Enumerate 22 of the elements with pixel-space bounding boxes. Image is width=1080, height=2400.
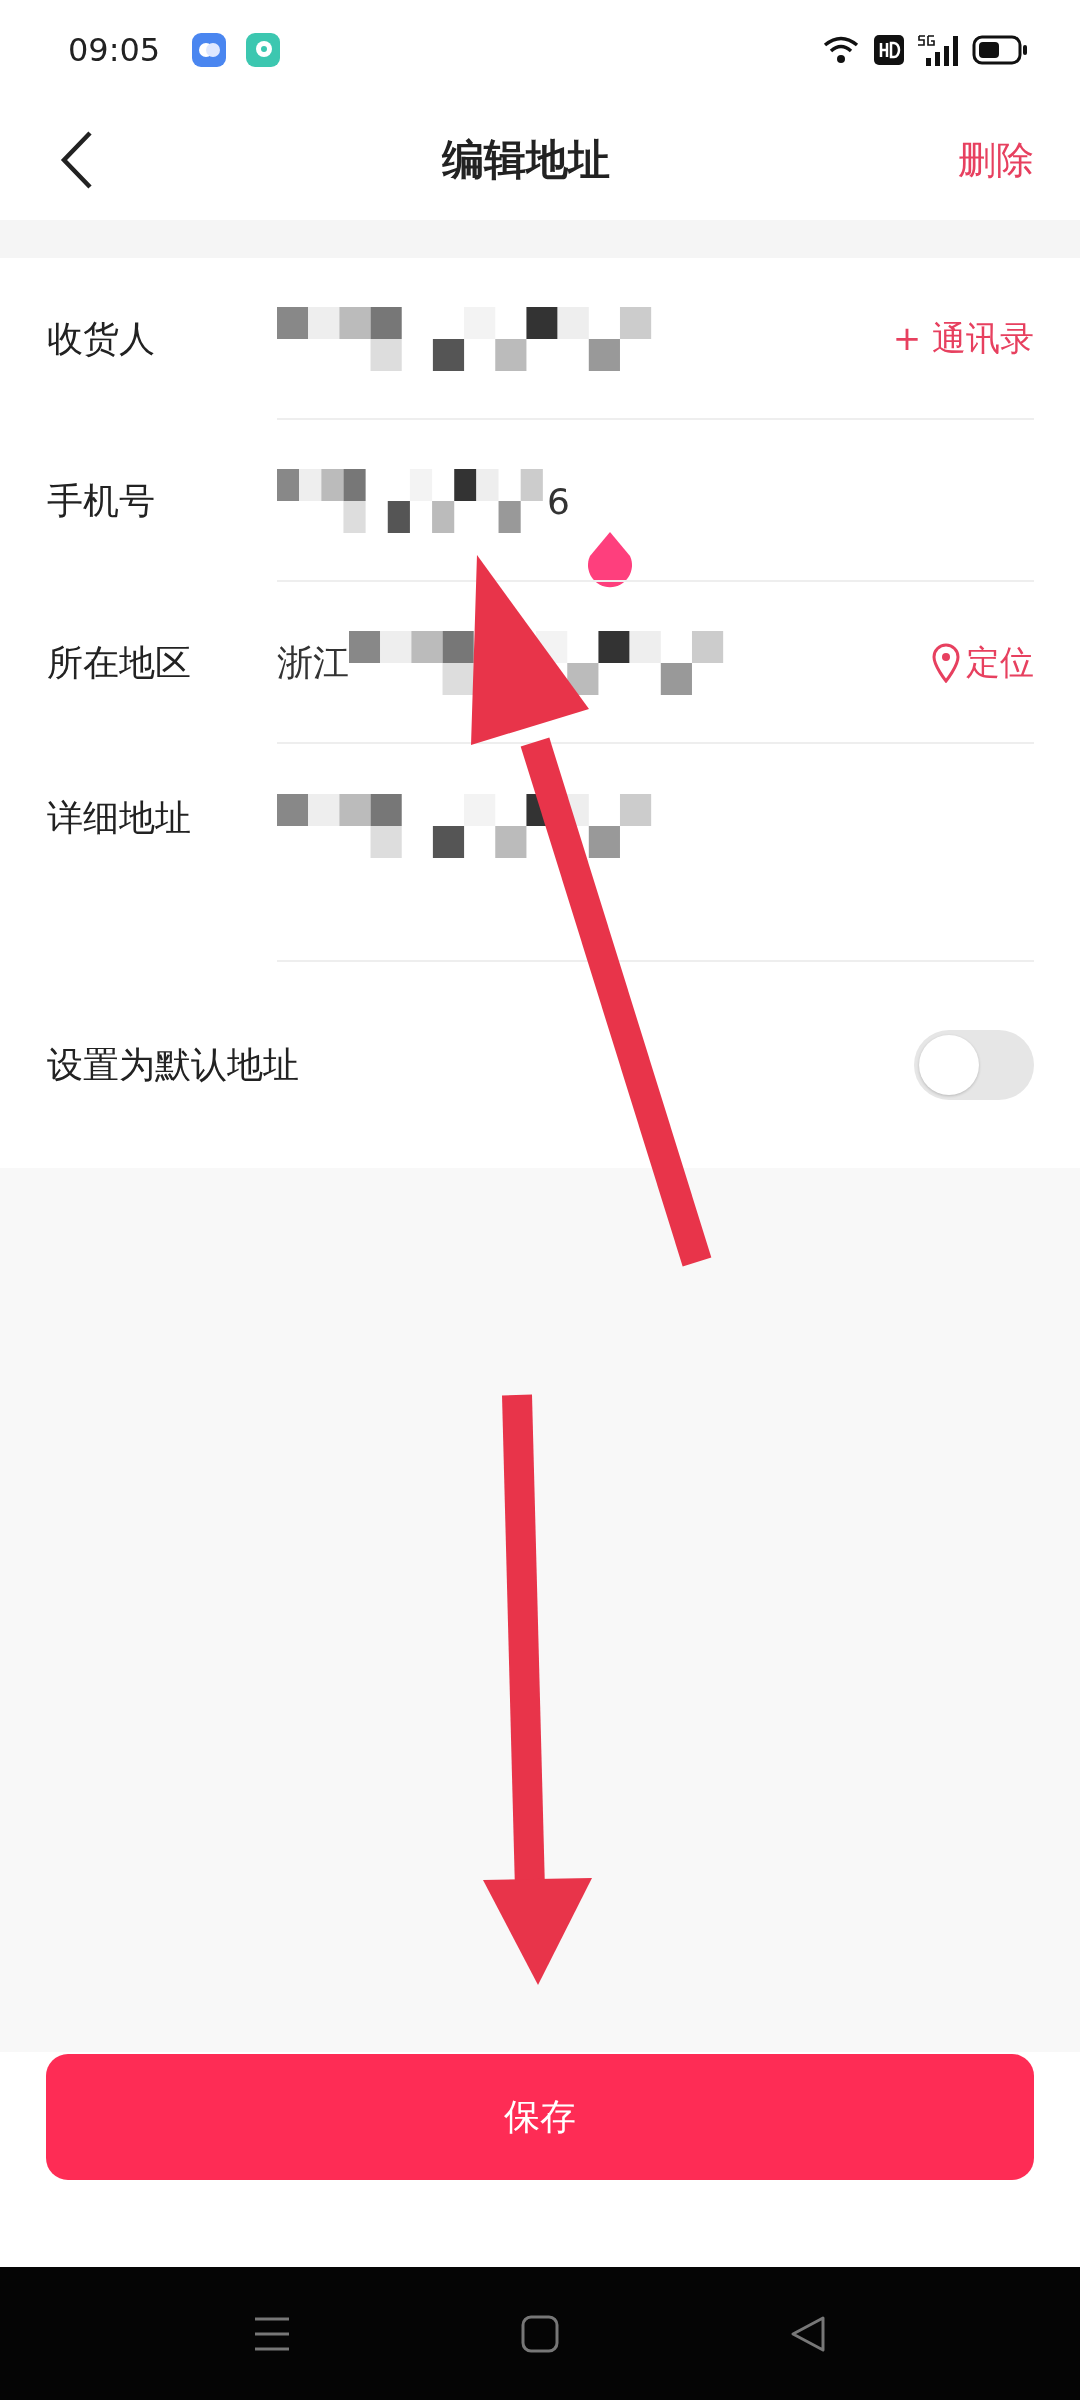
status-time: 09:05 — [68, 31, 161, 69]
input-field[interactable]: 6 — [277, 469, 1034, 533]
field-label: 手机号 — [47, 478, 156, 523]
default-address-label: 设置为默认地址 — [47, 1042, 299, 1087]
locate-button[interactable]: 定位 — [932, 640, 1034, 686]
field-label: 收货人 — [47, 316, 156, 361]
delete-link[interactable]: 删除 — [958, 134, 1034, 186]
contacts-link[interactable]: + 通讯录 — [892, 316, 1034, 362]
app-icon — [192, 33, 227, 67]
battery-icon — [972, 35, 1028, 65]
field-label: 所在地区 — [47, 640, 192, 685]
signal-icon — [918, 34, 958, 66]
app-icon — [246, 33, 281, 67]
save-button[interactable]: 保存 — [46, 2054, 1034, 2180]
location-pin-icon — [932, 643, 960, 683]
page-title: 编辑地址 — [442, 134, 610, 186]
back-icon[interactable] — [60, 130, 94, 190]
wifi-icon — [822, 35, 860, 65]
home-icon[interactable] — [521, 2314, 559, 2353]
back-nav-icon[interactable] — [789, 2314, 827, 2353]
hd-icon — [874, 35, 904, 65]
field-label: 详细地址 — [47, 796, 192, 840]
